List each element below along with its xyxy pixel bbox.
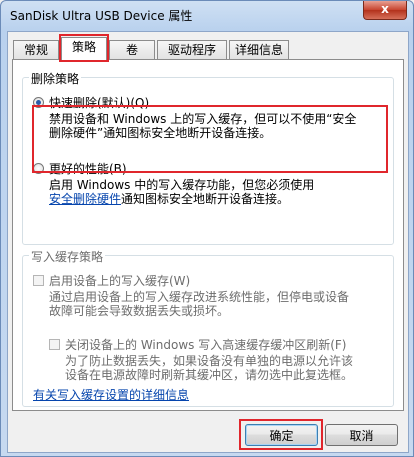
tab-details[interactable]: 详细信息: [229, 40, 289, 59]
desc-text: 通知图标安全地断开设备连接。: [121, 192, 290, 206]
title-bar: SanDisk Ultra USB Device 属性 x: [1, 1, 413, 31]
quick-removal-radio[interactable]: [33, 97, 44, 108]
enable-write-cache-checkbox[interactable]: [33, 275, 44, 286]
window-title: SanDisk Ultra USB Device 属性: [10, 9, 193, 23]
tab-label: 常规: [23, 43, 48, 57]
better-performance-option[interactable]: 更好的性能(B): [33, 160, 127, 177]
enable-write-cache-description: 通过启用设备上的写入缓存改进系统性能，但停电或设备 故障可能会导致数据丢失或损坏…: [49, 290, 349, 318]
close-icon: x: [381, 2, 389, 16]
policies-page: 删除策略 快速删除(默认)(Q) 禁用设备和 Windows 上的写入缓存，但可…: [12, 59, 404, 411]
disable-flush-description: 为了防止数据丢失，如果设备没有单独的电源以允许该 设备在电源故障时刷新其缓冲区，…: [65, 354, 353, 382]
tab-label: 详细信息: [234, 43, 283, 57]
quick-removal-description: 禁用设备和 Windows 上的写入缓存，但可以不使用“安全 删除硬件”通知图标…: [49, 112, 356, 140]
cancel-button[interactable]: 取消: [325, 424, 398, 446]
tab-label: 驱动程序: [167, 43, 216, 57]
tab-label: 卷: [125, 43, 138, 57]
desc-line: 通过启用设备上的写入缓存改进系统性能，但停电或设备: [49, 290, 350, 304]
disable-flush-label: 关闭设备上的 Windows 写入高速缓存缓冲区刷新(F): [65, 338, 347, 352]
write-cache-policy-label: 写入缓存策略: [29, 248, 106, 265]
tab-driver[interactable]: 驱动程序: [157, 40, 227, 59]
better-performance-label: 更好的性能(B): [49, 162, 127, 176]
tab-general[interactable]: 常规: [13, 40, 59, 59]
quick-removal-option[interactable]: 快速删除(默认)(Q): [33, 94, 149, 111]
safely-remove-link[interactable]: 安全删除硬件: [49, 192, 121, 206]
tab-volumes[interactable]: 卷: [109, 40, 155, 59]
more-info-row: 有关写入缓存设置的详细信息: [33, 388, 189, 402]
write-cache-policy-group: 写入缓存策略 启用设备上的写入缓存(W) 通过启用设备上的写入缓存改进系统性能，…: [22, 248, 394, 407]
ok-button[interactable]: 确定: [245, 424, 318, 446]
quick-removal-label: 快速删除(默认)(Q): [49, 96, 150, 110]
dialog-client: 常规 策略 卷 驱动程序 详细信息 删除策略 快速删除(默认)(Q) 禁用设备和…: [7, 31, 409, 453]
removal-policy-label: 删除策略: [29, 70, 82, 87]
desc-line: 启用 Windows 中的写入缓存功能，但您必须使用: [49, 178, 315, 192]
desc-line: 删除硬件”通知图标安全地断开设备连接。: [49, 126, 272, 140]
write-cache-info-link[interactable]: 有关写入缓存设置的详细信息: [33, 388, 189, 402]
desc-line: 为了防止数据丢失，如果设备没有单独的电源以允许该: [65, 354, 354, 368]
removal-policy-group: 删除策略 快速删除(默认)(Q) 禁用设备和 Windows 上的写入缓存，但可…: [22, 70, 394, 245]
disable-flush-option[interactable]: 关闭设备上的 Windows 写入高速缓存缓冲区刷新(F): [49, 336, 346, 353]
desc-line: 故障可能会导致数据丢失或损坏。: [49, 304, 230, 318]
properties-window: SanDisk Ultra USB Device 属性 x 常规 策略 卷 驱动…: [0, 0, 414, 457]
enable-write-cache-label: 启用设备上的写入缓存(W): [49, 274, 191, 288]
desc-line: 安全删除硬件通知图标安全地断开设备连接。: [49, 192, 314, 206]
tab-policies[interactable]: 策略: [61, 37, 107, 60]
tab-label: 策略: [71, 40, 96, 54]
enable-write-cache-option[interactable]: 启用设备上的写入缓存(W): [33, 272, 190, 289]
disable-flush-checkbox[interactable]: [49, 339, 60, 350]
desc-line: 禁用设备和 Windows 上的写入缓存，但可以不使用“安全: [49, 112, 357, 126]
better-performance-description: 启用 Windows 中的写入缓存功能，但您必须使用 安全删除硬件通知图标安全地…: [49, 178, 314, 206]
desc-line: 设备在电源故障时刷新其缓冲区，请勿选中此复选框。: [65, 368, 354, 382]
better-performance-radio[interactable]: [33, 163, 44, 174]
close-button[interactable]: x: [363, 1, 407, 20]
